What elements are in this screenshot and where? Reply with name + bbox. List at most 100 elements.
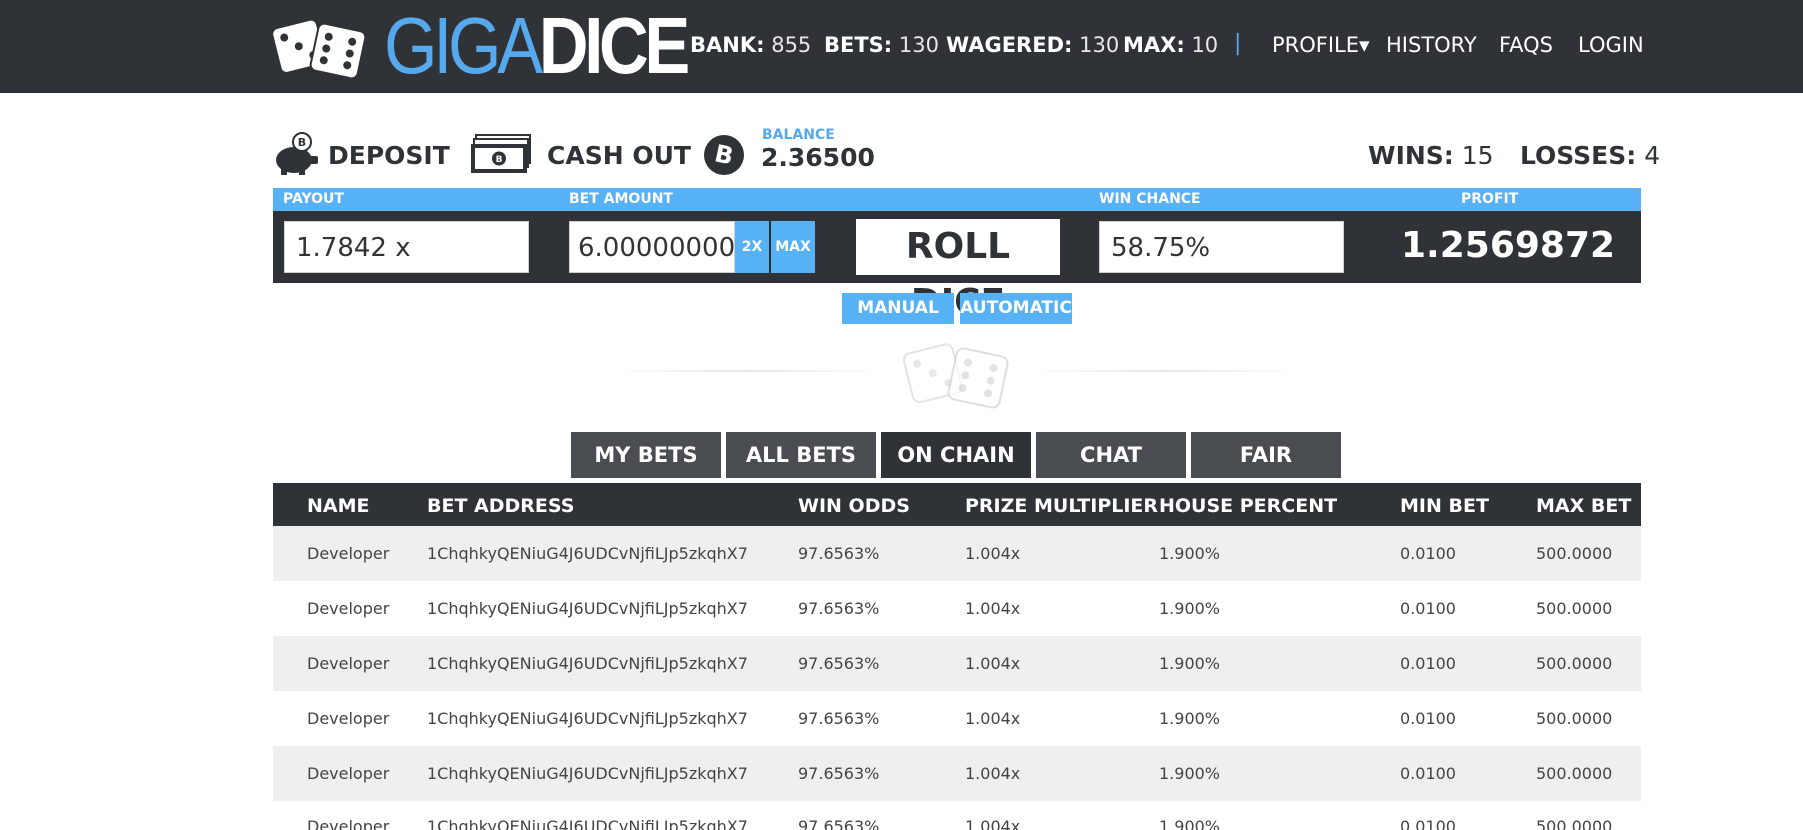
cell-house-percent: 1.900% [1159,764,1221,783]
cell-max-bet: 500.0000 [1536,817,1613,830]
cell-win-odds: 97.6563% [798,817,880,830]
payout-label: PAYOUT [283,191,344,207]
cell-max-bet: 500.0000 [1536,544,1613,563]
cell-name: Developer [307,709,390,728]
column-header[interactable]: BET ADDRESS [427,495,574,517]
cell-win-odds: 97.6563% [798,544,880,563]
losses-label: LOSSES: [1520,141,1637,170]
stat-label: BANK: [690,33,765,57]
balance-value: 2.36500 [761,143,875,172]
cell-min-bet: 0.0100 [1400,544,1456,563]
losses-value: 4 [1644,141,1661,170]
cell-house-percent: 1.900% [1159,709,1221,728]
nav-faqs[interactable]: FAQS [1499,33,1553,57]
logo-text-giga: GIGA [384,1,543,90]
nav-history[interactable]: HISTORY [1386,33,1477,57]
nav-profile[interactable]: PROFILE▾ [1272,33,1370,57]
cell-prize-multiplier: 1.004x [965,709,1021,728]
stat-value: 10 [1191,33,1219,57]
cashout-button[interactable]: CASH OUT [547,141,691,170]
cell-max-bet: 500.0000 [1536,764,1613,783]
cell-prize-multiplier: 1.004x [965,654,1021,673]
table-row[interactable]: Developer 1ChqhkyQENiuG4J6UDCvNjfiLJp5zk… [273,581,1641,636]
divider-right [1030,370,1300,372]
cell-name: Developer [307,654,390,673]
balance-label: BALANCE [762,127,835,143]
cell-max-bet: 500.0000 [1536,599,1613,618]
cell-min-bet: 0.0100 [1400,599,1456,618]
table-row[interactable]: Developer 1ChqhkyQENiuG4J6UDCvNjfiLJp5zk… [273,691,1641,746]
payout-input[interactable]: 1.7842 x [284,221,529,273]
tab-chat[interactable]: CHAT [1036,432,1186,478]
cell-win-odds: 97.6563% [798,599,880,618]
tab-fair[interactable]: FAIR [1191,432,1341,478]
piggy-bank-icon[interactable]: B [272,132,322,176]
table-row[interactable]: Developer 1ChqhkyQENiuG4J6UDCvNjfiLJp5zk… [273,526,1641,581]
cell-name: Developer [307,764,390,783]
cell-min-bet: 0.0100 [1400,654,1456,673]
cell-bet-address[interactable]: 1ChqhkyQENiuG4J6UDCvNjfiLJp5zkqhX7 [427,599,748,618]
cell-win-odds: 97.6563% [798,764,880,783]
cell-bet-address[interactable]: 1ChqhkyQENiuG4J6UDCvNjfiLJp5zkqhX7 [427,544,748,563]
table-row[interactable]: Developer 1ChqhkyQENiuG4J6UDCvNjfiLJp5zk… [273,746,1641,801]
cash-stack-icon[interactable]: B [470,133,532,175]
cell-max-bet: 500.0000 [1536,709,1613,728]
stat-value: 855 [771,33,812,57]
roll-dice-button[interactable]: ROLL DICE [854,217,1062,323]
tab-all-bets[interactable]: ALL BETS [726,432,876,478]
dice-logo-icon[interactable] [272,17,368,79]
table-row[interactable]: Developer 1ChqhkyQENiuG4J6UDCvNjfiLJp5zk… [273,801,1641,830]
cell-house-percent: 1.900% [1159,654,1221,673]
wins-label: WINS: [1368,141,1454,170]
bet-panel: 1.7842 x 6.00000000 2X MAX ROLL DICE 58.… [273,211,1641,323]
max-bet-button[interactable]: MAX [771,221,815,273]
bet-panel-labels: PAYOUT BET AMOUNT WIN CHANCE PROFIT [273,188,1641,211]
divider-left [612,370,882,372]
automatic-mode-button[interactable]: AUTOMATIC [960,293,1072,324]
svg-text:B: B [496,155,503,165]
profit-label: PROFIT [1461,191,1519,207]
cell-prize-multiplier: 1.004x [965,764,1021,783]
manual-mode-button[interactable]: MANUAL [842,293,954,324]
bet-amount-label: BET AMOUNT [569,191,673,207]
double-bet-button[interactable]: 2X [735,221,769,273]
wins-value: 15 [1461,141,1494,170]
stat-label: MAX: [1123,33,1185,57]
stat-max: MAX: 10 [1123,33,1218,57]
tab-my-bets[interactable]: MY BETS [571,432,721,478]
cell-min-bet: 0.0100 [1400,709,1456,728]
column-header[interactable]: NAME [307,495,370,517]
cell-name: Developer [307,599,390,618]
stat-value: 130 [1079,33,1120,57]
bet-amount-input[interactable]: 6.00000000 [569,221,735,273]
win-chance-label: WIN CHANCE [1099,191,1201,207]
site-logo[interactable]: GIGADICE [384,6,690,86]
cell-bet-address[interactable]: 1ChqhkyQENiuG4J6UDCvNjfiLJp5zkqhX7 [427,709,748,728]
deposit-button[interactable]: DEPOSIT [328,141,450,170]
column-header[interactable]: MIN BET [1400,495,1489,517]
nav-separator: | [1234,31,1242,56]
tab-on-chain[interactable]: ON CHAIN [881,432,1031,478]
stat-label: WAGERED: [946,33,1073,57]
cell-prize-multiplier: 1.004x [965,599,1021,618]
cell-bet-address[interactable]: 1ChqhkyQENiuG4J6UDCvNjfiLJp5zkqhX7 [427,817,748,830]
cell-house-percent: 1.900% [1159,817,1221,830]
column-header[interactable]: WIN ODDS [798,495,910,517]
cell-bet-address[interactable]: 1ChqhkyQENiuG4J6UDCvNjfiLJp5zkqhX7 [427,654,748,673]
top-navbar: GIGADICE BANK: 855 BETS: 130 WAGERED: 13… [0,0,1803,93]
cell-prize-multiplier: 1.004x [965,544,1021,563]
cell-bet-address[interactable]: 1ChqhkyQENiuG4J6UDCvNjfiLJp5zkqhX7 [427,764,748,783]
table-header: NAME BET ADDRESS WIN ODDS PRIZE MULTIPLI… [273,483,1641,526]
cell-name: Developer [307,817,390,830]
bitcoin-icon: B [704,135,744,175]
cell-min-bet: 0.0100 [1400,817,1456,830]
stat-wagered: WAGERED: 130 [946,33,1119,57]
column-header[interactable]: MAX BET [1536,495,1631,517]
cell-win-odds: 97.6563% [798,654,880,673]
column-header[interactable]: HOUSE PERCENT [1159,495,1337,517]
nav-login[interactable]: LOGIN [1578,33,1644,57]
column-header[interactable]: PRIZE MULTIPLIER [965,495,1158,517]
cell-min-bet: 0.0100 [1400,764,1456,783]
win-chance-input[interactable]: 58.75% [1099,221,1344,273]
table-row[interactable]: Developer 1ChqhkyQENiuG4J6UDCvNjfiLJp5zk… [273,636,1641,691]
